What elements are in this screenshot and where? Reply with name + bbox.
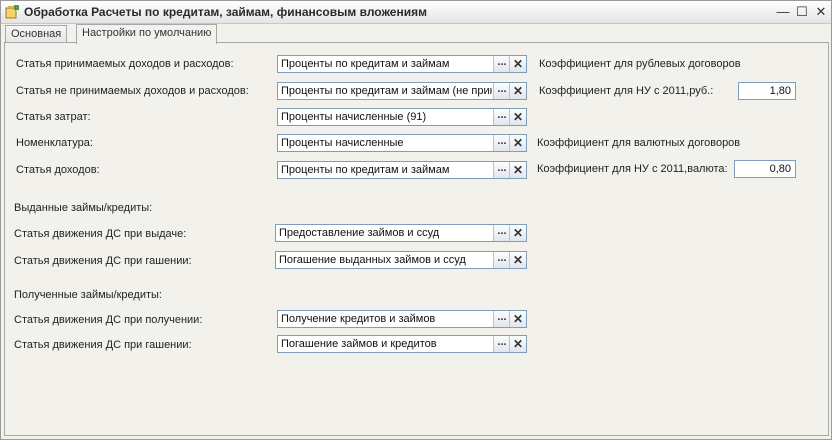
nomenclature-label: Номенклатура:: [16, 137, 93, 149]
accepted-income-expense-field[interactable]: Проценты по кредитам и займам ... ✕: [277, 55, 527, 73]
clear-icon[interactable]: ✕: [509, 83, 526, 99]
field-value: Проценты начисленные: [281, 137, 404, 149]
issued-on-repay-field[interactable]: Погашение выданных займов и ссуд ... ✕: [275, 251, 527, 269]
close-button[interactable]: ✕: [813, 4, 829, 20]
title-bar: Обработка Расчеты по кредитам, займам, ф…: [1, 1, 831, 24]
received-on-repay-label: Статья движения ДС при гашении:: [14, 339, 192, 351]
ruble-coefficient-heading: Коэффициент для рублевых договоров: [539, 58, 741, 70]
field-value: Проценты по кредитам и займам (не прин: [281, 85, 492, 97]
issued-on-issue-field[interactable]: Предоставление займов и ссуд ... ✕: [275, 224, 527, 242]
nomenclature-field[interactable]: Проценты начисленные ... ✕: [277, 134, 527, 152]
currency-coefficient-value: 0,80: [769, 163, 791, 175]
select-button[interactable]: ...: [493, 311, 510, 327]
field-value: Проценты по кредитам и займам: [281, 58, 450, 70]
issued-loans-heading: Выданные займы/кредиты:: [14, 202, 153, 214]
received-on-receive-label: Статья движения ДС при получении:: [14, 314, 203, 326]
received-on-receive-field[interactable]: Получение кредитов и займов ... ✕: [277, 310, 527, 328]
select-button[interactable]: ...: [493, 56, 510, 72]
currency-coefficient-input[interactable]: 0,80: [734, 160, 796, 178]
income-item-label: Статья доходов:: [16, 164, 100, 176]
income-item-field[interactable]: Проценты по кредитам и займам ... ✕: [277, 161, 527, 179]
cost-item-label: Статья затрат:: [16, 111, 91, 123]
clear-icon[interactable]: ✕: [509, 311, 526, 327]
not-accepted-income-expense-label: Статья не принимаемых доходов и расходов…: [16, 85, 249, 97]
window-title: Обработка Расчеты по кредитам, займам, ф…: [24, 5, 427, 19]
select-button[interactable]: ...: [493, 135, 510, 151]
ruble-coefficient-input[interactable]: 1,80: [738, 82, 796, 100]
field-value: Погашение займов и кредитов: [281, 338, 437, 350]
processing-app-icon: [5, 5, 19, 19]
field-value: Проценты начисленные (91): [281, 111, 427, 123]
cost-item-field[interactable]: Проценты начисленные (91) ... ✕: [277, 108, 527, 126]
currency-coefficient-label: Коэффициент для НУ с 2011,валюта:: [537, 163, 728, 175]
currency-coefficient-heading: Коэффициент для валютных договоров: [537, 137, 741, 149]
select-button[interactable]: ...: [493, 225, 510, 241]
field-value: Проценты по кредитам и займам: [281, 164, 450, 176]
select-button[interactable]: ...: [493, 83, 510, 99]
field-value: Погашение выданных займов и ссуд: [279, 254, 466, 266]
issued-on-issue-label: Статья движения ДС при выдаче:: [14, 228, 187, 240]
minimize-button[interactable]: —: [775, 4, 791, 20]
processing-window: Обработка Расчеты по кредитам, займам, ф…: [0, 0, 832, 440]
clear-icon[interactable]: ✕: [509, 162, 526, 178]
select-button[interactable]: ...: [493, 109, 510, 125]
clear-icon[interactable]: ✕: [509, 56, 526, 72]
maximize-button[interactable]: ☐: [794, 4, 810, 20]
tab-main[interactable]: Основная: [5, 25, 68, 43]
select-button[interactable]: ...: [493, 336, 510, 352]
field-value: Получение кредитов и займов: [281, 313, 436, 325]
ruble-coefficient-label: Коэффициент для НУ с 2011,руб.:: [539, 85, 714, 97]
tab-default-settings[interactable]: Настройки по умолчанию: [76, 24, 218, 44]
settings-panel: Статья принимаемых доходов и расходов: П…: [4, 42, 829, 436]
accepted-income-expense-label: Статья принимаемых доходов и расходов:: [16, 58, 234, 70]
clear-icon[interactable]: ✕: [509, 252, 526, 268]
select-button[interactable]: ...: [493, 252, 510, 268]
select-button[interactable]: ...: [493, 162, 510, 178]
clear-icon[interactable]: ✕: [509, 135, 526, 151]
clear-icon[interactable]: ✕: [509, 336, 526, 352]
ruble-coefficient-value: 1,80: [769, 85, 791, 97]
field-value: Предоставление займов и ссуд: [279, 227, 440, 239]
clear-icon[interactable]: ✕: [509, 109, 526, 125]
not-accepted-income-expense-field[interactable]: Проценты по кредитам и займам (не прин .…: [277, 82, 527, 100]
received-loans-heading: Полученные займы/кредиты:: [14, 289, 162, 301]
received-on-repay-field[interactable]: Погашение займов и кредитов ... ✕: [277, 335, 527, 353]
issued-on-repay-label: Статья движения ДС при гашении:: [14, 255, 192, 267]
clear-icon[interactable]: ✕: [509, 225, 526, 241]
